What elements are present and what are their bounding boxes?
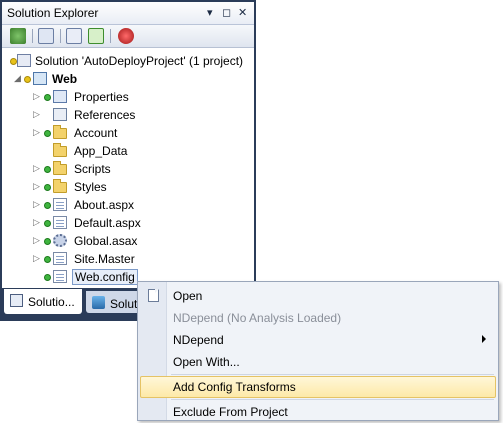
- menu-item-label: Add Config Transforms: [173, 380, 296, 394]
- panel-toolbar: [2, 25, 254, 48]
- panel-title: Solution Explorer: [7, 6, 99, 20]
- tree-row-styles[interactable]: ▷ Styles: [2, 178, 254, 196]
- tree-row-account[interactable]: ▷ Account: [2, 124, 254, 142]
- dock-icon[interactable]: ◻: [222, 6, 231, 19]
- item-label: References: [74, 108, 136, 122]
- menu-separator: [171, 374, 494, 375]
- menu-item-label: Exclude From Project: [173, 405, 288, 419]
- menu-item-open-with[interactable]: Open With...: [140, 351, 496, 373]
- context-menu: Open NDepend (No Analysis Loaded) NDepen…: [137, 281, 499, 421]
- properties-icon: [53, 90, 67, 103]
- menu-item-label: Open With...: [173, 355, 240, 369]
- tree-row-site-master[interactable]: ▷ Site.Master: [2, 250, 254, 268]
- expand-icon[interactable]: ▷: [33, 253, 40, 264]
- item-label: Global.asax: [74, 234, 138, 248]
- menu-item-exclude-from-project[interactable]: Exclude From Project: [140, 401, 496, 423]
- toolbar-separator: [60, 29, 61, 43]
- tab-label: Solut: [110, 297, 138, 311]
- tree-row-properties[interactable]: ▷ Properties: [2, 88, 254, 106]
- show-all-files-icon[interactable]: [38, 28, 54, 44]
- references-icon: [53, 108, 67, 121]
- aspx-file-icon: [53, 198, 67, 211]
- menu-item-label: Open: [173, 289, 203, 303]
- folder-icon: [53, 179, 67, 193]
- status-dot: [44, 238, 51, 245]
- pin-dropdown-icon[interactable]: ▾: [207, 6, 213, 19]
- toolbar-separator: [32, 29, 33, 43]
- menu-item-open[interactable]: Open: [140, 285, 496, 307]
- solution-label: Solution 'AutoDeployProject' (1 project): [35, 54, 244, 68]
- solution-tree: Solution 'AutoDeployProject' (1 project)…: [2, 48, 254, 288]
- aspx-file-icon: [53, 216, 67, 229]
- tree-row-app-data[interactable]: App_Data: [2, 142, 254, 160]
- close-icon[interactable]: ✕: [238, 6, 247, 19]
- config-file-icon: [53, 270, 67, 283]
- item-label: About.aspx: [74, 198, 135, 212]
- status-dot: [44, 220, 51, 227]
- tree-row-default-aspx[interactable]: ▷ Default.aspx: [2, 214, 254, 232]
- solution-explorer-icon: [10, 294, 23, 307]
- expand-icon[interactable]: ▷: [33, 127, 40, 138]
- status-dot: [44, 184, 51, 191]
- expand-icon[interactable]: ▷: [33, 181, 40, 192]
- item-label: Site.Master: [74, 252, 135, 266]
- master-file-icon: [53, 252, 67, 265]
- status-dot: [44, 166, 51, 173]
- collapse-icon[interactable]: ◢: [14, 73, 21, 84]
- submenu-arrow-icon: [482, 335, 486, 343]
- expand-icon[interactable]: ▷: [33, 217, 40, 228]
- expand-icon[interactable]: ▷: [33, 199, 40, 210]
- status-dot: [44, 274, 51, 281]
- tab-solution-explorer[interactable]: Solutio...: [4, 289, 82, 314]
- expand-icon[interactable]: ▷: [33, 109, 40, 120]
- tree-row-global-asax[interactable]: ▷ Global.asax: [2, 232, 254, 250]
- status-dot: [44, 202, 51, 209]
- status-dot: [44, 256, 51, 263]
- solution-explorer-panel: Solution Explorer ▾ ◻ ✕ Solution 'AutoDe…: [0, 0, 256, 321]
- status-dot: [44, 130, 51, 137]
- menu-item-ndepend-disabled: NDepend (No Analysis Loaded): [140, 307, 496, 329]
- status-dot: [24, 76, 31, 83]
- tab-label: Solutio...: [28, 295, 75, 309]
- menu-item-ndepend[interactable]: NDepend: [140, 329, 496, 351]
- toolbar-separator: [110, 29, 111, 43]
- folder-icon: [53, 161, 67, 175]
- asax-file-icon: [53, 234, 67, 247]
- properties-icon[interactable]: [10, 28, 26, 44]
- menu-item-label: NDepend (No Analysis Loaded): [173, 311, 342, 325]
- class-view-icon: [92, 296, 105, 309]
- expand-icon[interactable]: ▷: [33, 163, 40, 174]
- web-project-icon: [33, 72, 47, 85]
- class-diagram-icon[interactable]: [118, 28, 134, 44]
- item-label: Scripts: [74, 162, 111, 176]
- menu-item-add-config-transforms[interactable]: Add Config Transforms: [140, 376, 496, 398]
- tree-row-about-aspx[interactable]: ▷ About.aspx: [2, 196, 254, 214]
- item-label: App_Data: [74, 144, 128, 158]
- expand-icon[interactable]: ▷: [33, 235, 40, 246]
- solution-icon: [17, 54, 31, 67]
- menu-item-label: NDepend: [173, 333, 224, 347]
- item-label: Default.aspx: [74, 216, 141, 230]
- status-dot: [44, 94, 51, 101]
- item-label: Properties: [74, 90, 129, 104]
- tree-row-project[interactable]: ◢ Web: [2, 70, 254, 88]
- menu-separator: [171, 399, 494, 400]
- tree-row-scripts[interactable]: ▷ Scripts: [2, 160, 254, 178]
- refresh-icon[interactable]: [88, 28, 104, 44]
- folder-icon: [53, 125, 67, 139]
- copy-website-icon[interactable]: [66, 28, 82, 44]
- item-label: Web.config: [72, 269, 138, 285]
- tree-row-references[interactable]: ▷ References: [2, 106, 254, 124]
- folder-icon: [53, 143, 67, 157]
- status-dot: [10, 58, 17, 65]
- item-label: Styles: [74, 180, 107, 194]
- expand-icon[interactable]: ▷: [33, 91, 40, 102]
- tree-row-solution[interactable]: Solution 'AutoDeployProject' (1 project): [2, 52, 254, 70]
- open-file-icon: [148, 289, 159, 302]
- item-label: Account: [74, 126, 118, 140]
- panel-titlebar[interactable]: Solution Explorer ▾ ◻ ✕: [2, 2, 254, 25]
- project-label: Web: [52, 72, 78, 86]
